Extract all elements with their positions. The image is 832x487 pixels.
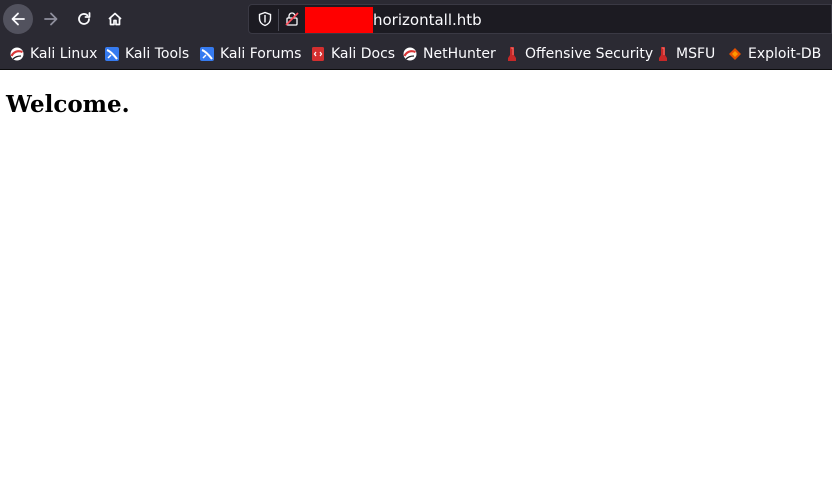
redacted-url-block bbox=[305, 7, 373, 33]
arrow-right-icon bbox=[44, 12, 58, 26]
bookmark-kali-linux[interactable]: Kali Linux bbox=[9, 45, 97, 63]
bookmark-msfu[interactable]: MSFU bbox=[655, 45, 715, 63]
home-icon bbox=[108, 12, 122, 26]
kali-docs-icon bbox=[310, 46, 326, 62]
kali-tools-icon bbox=[104, 46, 120, 62]
address-bar[interactable]: horizontall.htb bbox=[248, 4, 832, 34]
page-heading: Welcome. bbox=[6, 91, 130, 118]
bookmark-kali-docs[interactable]: Kali Docs bbox=[310, 45, 395, 63]
bookmark-nethunter[interactable]: NetHunter bbox=[402, 45, 496, 63]
reload-icon bbox=[78, 12, 91, 25]
insecure-connection-lock-icon[interactable] bbox=[284, 11, 300, 27]
kali-forums-icon bbox=[199, 46, 215, 62]
home-button[interactable] bbox=[100, 4, 130, 34]
bookmark-label: Kali Tools bbox=[125, 46, 190, 62]
back-button[interactable] bbox=[3, 4, 33, 34]
tracking-protection-shield-icon[interactable] bbox=[257, 11, 273, 27]
bookmark-label: Offensive Security bbox=[525, 46, 654, 62]
bookmark-label: Kali Forums bbox=[220, 46, 302, 62]
bookmark-label: Kali Linux bbox=[30, 46, 98, 62]
offensive-security-icon bbox=[504, 46, 520, 62]
bookmark-offensive-security[interactable]: Offensive Security bbox=[504, 45, 653, 63]
exploit-db-icon bbox=[727, 46, 743, 62]
bookmark-kali-tools[interactable]: Kali Tools bbox=[104, 45, 189, 63]
nethunter-icon bbox=[402, 46, 418, 62]
msfu-icon bbox=[655, 46, 671, 62]
bookmark-exploit-db[interactable]: Exploit-DB bbox=[727, 45, 821, 63]
arrow-left-icon bbox=[11, 12, 25, 26]
bookmarks-toolbar: Kali Linux Kali Tools Kali Forums Kali D… bbox=[0, 38, 832, 70]
urlbar-separator bbox=[278, 9, 279, 31]
reload-button[interactable] bbox=[69, 4, 99, 34]
bookmark-label: Kali Docs bbox=[331, 46, 396, 62]
kali-dragon-icon bbox=[9, 46, 25, 62]
bookmark-label: NetHunter bbox=[423, 46, 496, 62]
page-content: Welcome. bbox=[0, 71, 832, 487]
forward-button[interactable] bbox=[36, 4, 66, 34]
bookmark-label: MSFU bbox=[676, 46, 716, 62]
url-text[interactable]: horizontall.htb bbox=[373, 10, 482, 30]
browser-toolbar: horizontall.htb bbox=[0, 0, 832, 38]
bookmark-kali-forums[interactable]: Kali Forums bbox=[199, 45, 301, 63]
bookmark-label: Exploit-DB bbox=[748, 46, 822, 62]
